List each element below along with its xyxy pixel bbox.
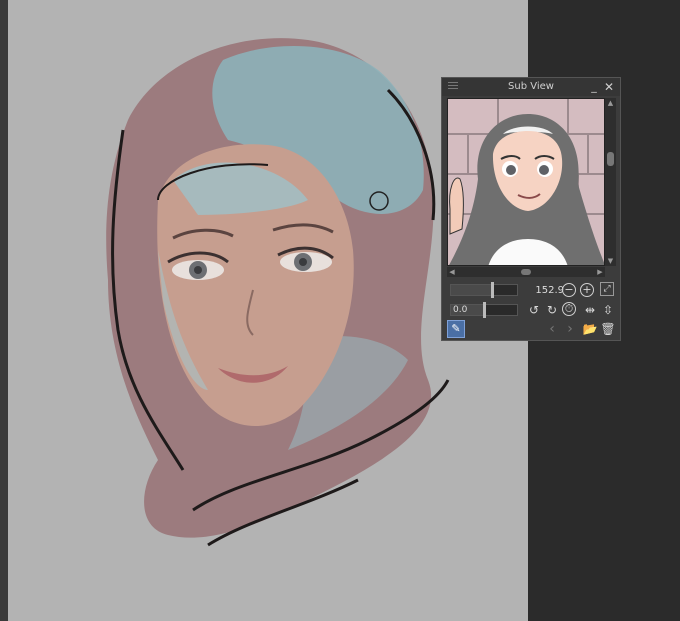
previous-image-icon[interactable]: ‹ — [544, 321, 560, 337]
flip-vertical-icon[interactable]: ⇳ — [600, 302, 616, 318]
vertical-scroll-thumb[interactable] — [607, 152, 614, 166]
close-icon[interactable]: ✕ — [603, 81, 615, 93]
rotate-right-icon[interactable]: ↻ — [544, 302, 560, 318]
horizontal-scrollbar[interactable]: ◀ ▶ — [447, 267, 605, 277]
rotate-left-icon[interactable]: ↺ — [526, 302, 542, 318]
zoom-value[interactable]: 152.9 — [524, 284, 564, 298]
left-edge — [0, 0, 8, 621]
next-image-icon[interactable]: › — [562, 321, 578, 337]
rotation-slider-handle[interactable] — [483, 302, 486, 318]
zoom-out-icon[interactable]: − — [562, 283, 576, 297]
scroll-up-icon[interactable]: ▲ — [605, 98, 616, 108]
trash-icon[interactable]: 🗑 — [600, 321, 616, 337]
zoom-in-icon[interactable]: + — [580, 283, 594, 297]
reset-rotation-icon[interactable]: ⏱ — [562, 302, 576, 316]
eyedropper-icon[interactable]: ✎ — [447, 320, 465, 338]
fit-to-view-icon[interactable]: ⤢ — [600, 282, 614, 296]
minimize-icon[interactable]: _ — [588, 81, 600, 93]
app-window: Sub View _ ✕ ▲ ▼ ◀ ▶ 152.9 − + ⤢ 0.0 ↺ ↻… — [0, 0, 680, 621]
drag-grip-icon[interactable] — [448, 82, 458, 92]
reference-preview[interactable] — [447, 98, 605, 266]
sub-view-panel: Sub View _ ✕ ▲ ▼ ◀ ▶ 152.9 − + ⤢ 0.0 ↺ ↻… — [441, 77, 621, 341]
horizontal-scroll-thumb[interactable] — [521, 269, 531, 275]
reference-image — [448, 99, 604, 265]
zoom-slider-fill — [451, 285, 492, 295]
rotation-value[interactable]: 0.0 — [450, 304, 480, 316]
scroll-down-icon[interactable]: ▼ — [605, 256, 616, 266]
scroll-right-icon[interactable]: ▶ — [595, 267, 605, 277]
zoom-slider-handle[interactable] — [490, 282, 494, 298]
flip-horizontal-icon[interactable]: ⇹ — [582, 302, 598, 318]
zoom-slider[interactable] — [450, 282, 518, 298]
scroll-left-icon[interactable]: ◀ — [447, 267, 457, 277]
open-folder-icon[interactable]: 📂 — [582, 321, 598, 337]
vertical-scrollbar[interactable]: ▲ ▼ — [605, 98, 616, 266]
